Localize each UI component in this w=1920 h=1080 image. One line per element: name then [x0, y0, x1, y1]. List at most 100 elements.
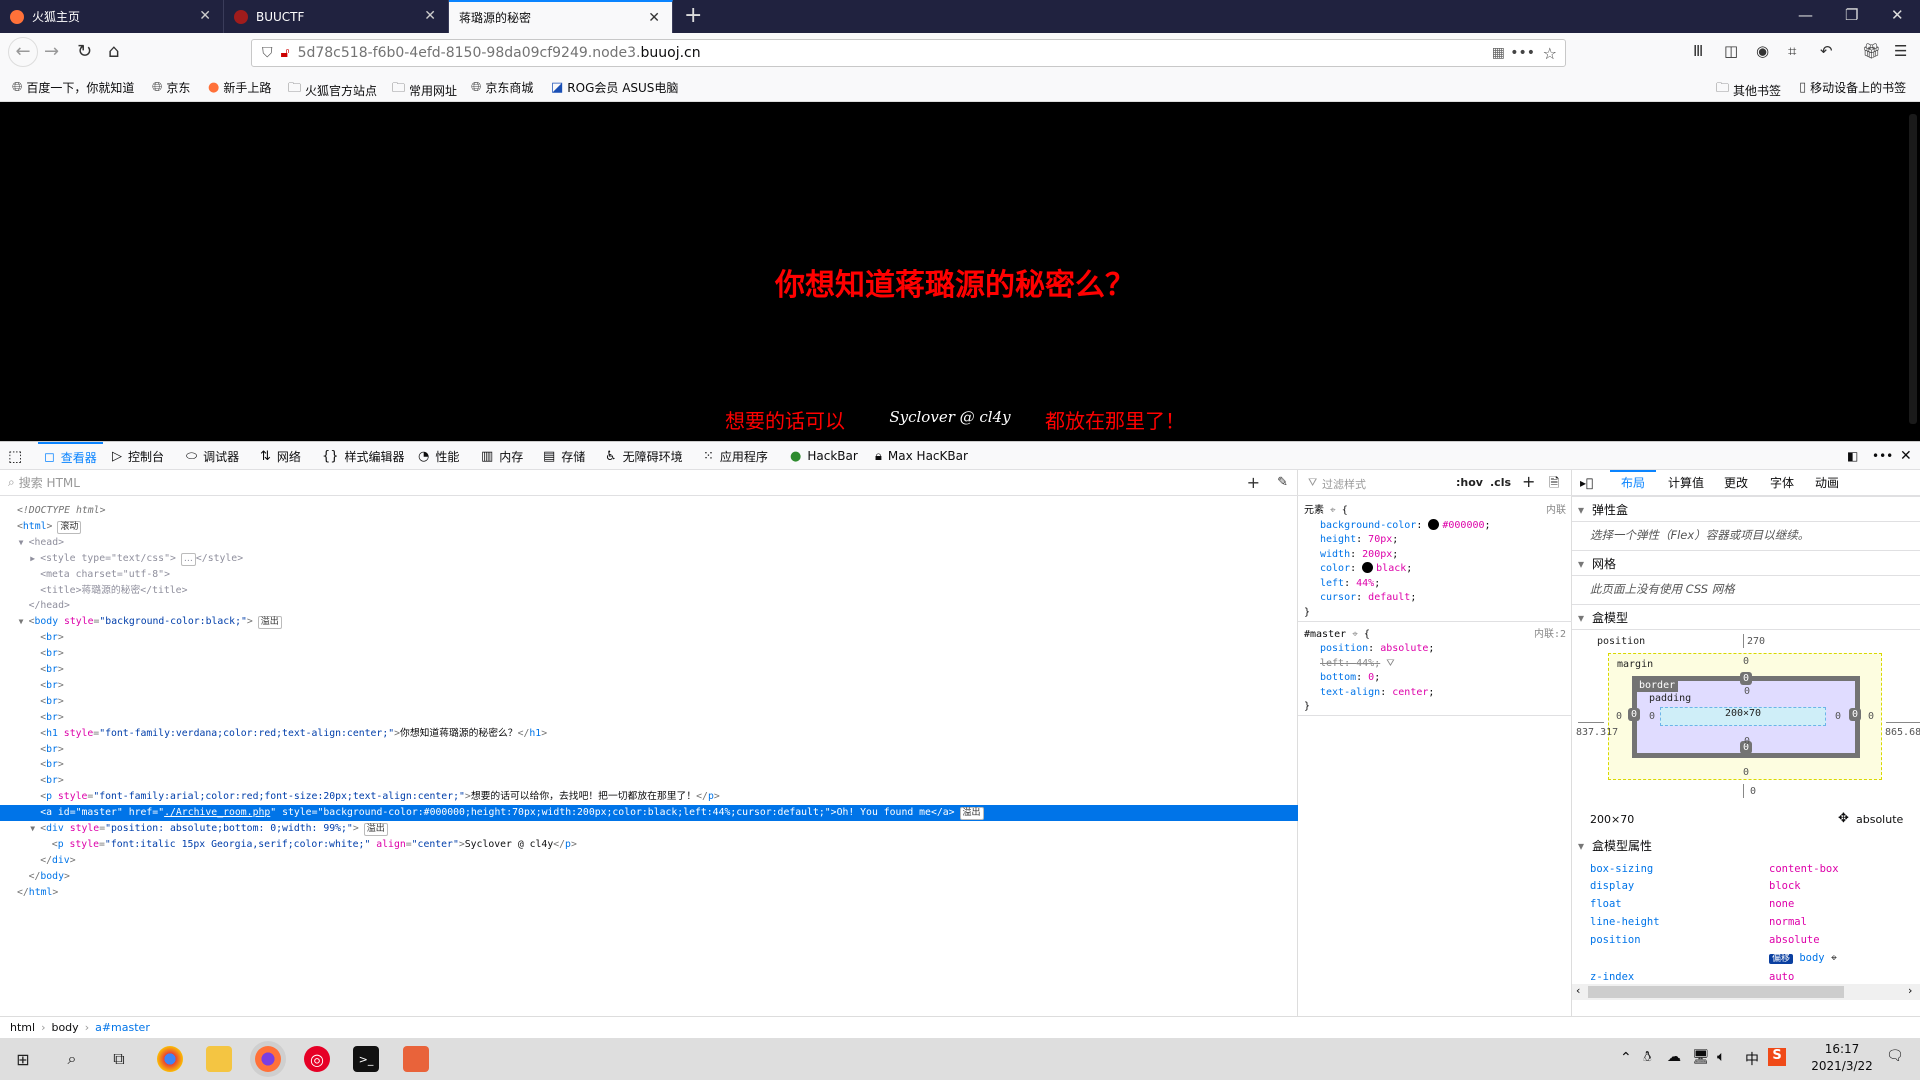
- tray-overflow-icon[interactable]: ⌃: [1620, 1050, 1632, 1066]
- clock-date[interactable]: 2021/3/22: [1802, 1059, 1882, 1073]
- padding-right[interactable]: 0: [1835, 711, 1841, 722]
- property-name[interactable]: bottom: [1320, 672, 1356, 683]
- menu-icon[interactable]: ☰: [1894, 42, 1907, 60]
- expand-toggle-icon[interactable]: ▼: [19, 535, 29, 551]
- element-picker-icon[interactable]: ⬚: [8, 442, 22, 470]
- tab-fonts[interactable]: 字体: [1762, 470, 1802, 496]
- markup-node[interactable]: <br>: [0, 646, 1298, 662]
- property-value[interactable]: 200px: [1362, 549, 1392, 560]
- shield-icon[interactable]: ⛉: [262, 45, 273, 61]
- netease-music-icon[interactable]: ◎: [304, 1046, 330, 1072]
- position-left[interactable]: 837.317: [1576, 727, 1618, 738]
- forward-button[interactable]: →: [44, 41, 59, 62]
- node-highlight-icon[interactable]: ⌖: [1831, 952, 1837, 964]
- ime-indicator[interactable]: 中: [1745, 1049, 1759, 1069]
- scroll-right-icon[interactable]: ›: [1908, 984, 1912, 997]
- css-declaration[interactable]: cursor: default;: [1320, 590, 1416, 605]
- expand-toggle-icon[interactable]: ▼: [30, 821, 40, 837]
- markup-node[interactable]: <meta charset="utf-8">: [0, 567, 1298, 583]
- screenshot-icon[interactable]: ⌗: [1788, 42, 1796, 60]
- bookmark-mobile[interactable]: ▯ 移动设备上的书签: [1799, 79, 1906, 96]
- new-tab-button[interactable]: +: [684, 3, 702, 28]
- devtools-tab[interactable]: ◔ 性能: [418, 442, 459, 470]
- node-badge[interactable]: 溢出: [257, 616, 282, 630]
- margin-top[interactable]: 0: [1743, 656, 1749, 667]
- markup-node[interactable]: <br>: [0, 630, 1298, 646]
- breadcrumb-body[interactable]: body: [51, 1021, 78, 1034]
- bookmark-getting-started[interactable]: ● 新手上路: [208, 79, 271, 96]
- rule-selector[interactable]: #master ⌖ {内联:2: [1304, 627, 1566, 642]
- css-declaration[interactable]: left: 44%;: [1320, 576, 1380, 591]
- page-scrollbar[interactable]: [1906, 102, 1920, 441]
- scrollbar-thumb[interactable]: [1588, 986, 1844, 998]
- markup-node[interactable]: <br>: [0, 678, 1298, 694]
- bookmark-baidu[interactable]: 🌐︎ 百度一下，你就知道: [12, 79, 134, 96]
- markup-node[interactable]: <br>: [0, 742, 1298, 758]
- gift-icon[interactable]: 🎁︎: [1862, 42, 1881, 60]
- node-badge[interactable]: 溢出: [959, 807, 984, 821]
- css-declaration[interactable]: text-align: center;: [1320, 685, 1434, 700]
- search-icon[interactable]: ⌕: [59, 1046, 85, 1072]
- property-value[interactable]: #000000: [1442, 520, 1484, 531]
- add-rule-icon[interactable]: +: [1522, 472, 1535, 491]
- css-declaration[interactable]: width: 200px;: [1320, 547, 1398, 562]
- devtools-menu-icon[interactable]: •••: [1872, 442, 1893, 470]
- property-name[interactable]: background-color: [1320, 520, 1416, 531]
- bookmark-rog[interactable]: ◪ ROG会员 ASUS电脑: [551, 79, 678, 96]
- devtools-tab[interactable]: ⬭ 调试器: [186, 442, 239, 470]
- property-name[interactable]: height: [1320, 534, 1356, 545]
- close-tab-icon[interactable]: ✕: [199, 8, 211, 24]
- devtools-tab[interactable]: ▷ 控制台: [112, 442, 164, 470]
- property-name[interactable]: position: [1320, 643, 1368, 654]
- dock-icon[interactable]: ◧: [1847, 442, 1858, 470]
- markup-node[interactable]: </div>: [0, 853, 1298, 869]
- volume-icon[interactable]: 🔈︎: [1717, 1049, 1725, 1065]
- style-filter[interactable]: ⛛ 过滤样式 :hov .cls + 🗎: [1298, 470, 1572, 496]
- horizontal-scrollbar[interactable]: ‹ ›: [1572, 984, 1920, 1000]
- devtools-tab[interactable]: ● HackBar: [790, 442, 858, 470]
- selected-node[interactable]: <a id="master" href="./Archive_room.php"…: [0, 805, 1298, 822]
- position-top[interactable]: 270: [1747, 636, 1765, 647]
- property-name[interactable]: left: [1320, 578, 1344, 589]
- padding-left[interactable]: 0: [1649, 711, 1655, 722]
- tab-secret[interactable]: 蒋璐源的秘密 ✕: [449, 0, 673, 33]
- devtools-tab[interactable]: {} 样式编辑器: [322, 442, 405, 470]
- markup-node[interactable]: <br>: [0, 694, 1298, 710]
- tab-layout[interactable]: 布局: [1610, 470, 1656, 496]
- property-value[interactable]: 0: [1368, 672, 1374, 683]
- markup-node[interactable]: ▶ <style type="text/css">… </style>: [0, 551, 1298, 567]
- rule-source[interactable]: 内联:2: [1534, 627, 1566, 642]
- toggle-sidebar-icon[interactable]: ▸⃞: [1580, 470, 1593, 496]
- notification-icon[interactable]: 🗨︎: [1886, 1048, 1904, 1064]
- property-value[interactable]: default: [1368, 592, 1410, 603]
- bookmark-jd-mall[interactable]: 🌐︎ 京东商城: [471, 79, 533, 96]
- offset-parent[interactable]: body: [1799, 952, 1824, 964]
- geometry-editor-icon[interactable]: ✥: [1838, 811, 1849, 826]
- boxmodel-section-header[interactable]: 盒模型: [1572, 604, 1920, 631]
- account-icon[interactable]: ◉: [1756, 42, 1769, 60]
- padding-bottom[interactable]: 0: [1744, 736, 1750, 747]
- breadcrumb-a-master[interactable]: a#master: [95, 1021, 150, 1034]
- devtools-tab[interactable]: ◻ 查看器: [38, 442, 103, 470]
- home-button[interactable]: ⌂: [108, 41, 119, 62]
- boxmodel-properties-header[interactable]: 盒模型属性: [1572, 833, 1920, 859]
- tab-buuctf[interactable]: BUUCTF ✕: [224, 0, 449, 33]
- property-value[interactable]: 70px: [1368, 534, 1392, 545]
- markup-node[interactable]: <br>: [0, 757, 1298, 773]
- burpsuite-icon[interactable]: [403, 1046, 429, 1072]
- close-tab-icon[interactable]: ✕: [424, 8, 436, 24]
- grid-section-header[interactable]: 网格: [1572, 550, 1920, 577]
- flexbox-section-header[interactable]: 弹性盒: [1572, 496, 1920, 523]
- css-declaration[interactable]: left: 44%; ⛛: [1320, 656, 1395, 671]
- rule-source[interactable]: 内联: [1546, 503, 1566, 518]
- file-explorer-icon[interactable]: [206, 1046, 232, 1072]
- qr-code-icon[interactable]: ▦: [1492, 45, 1505, 61]
- node-highlight-icon[interactable]: ⌖: [1330, 505, 1336, 516]
- cloud-icon[interactable]: ☁: [1667, 1049, 1681, 1065]
- devtools-tab[interactable]: 🔒︎ Max HacKBar: [875, 442, 968, 470]
- tab-computed[interactable]: 计算值: [1656, 470, 1716, 496]
- devtools-tab[interactable]: ♿︎ 无障碍环境: [605, 442, 683, 470]
- bookmark-other[interactable]: 🗀 其他书签: [1716, 79, 1781, 101]
- scroll-left-icon[interactable]: ‹: [1576, 984, 1580, 997]
- markup-node[interactable]: <title>蒋璐源的秘密</title>: [0, 583, 1298, 599]
